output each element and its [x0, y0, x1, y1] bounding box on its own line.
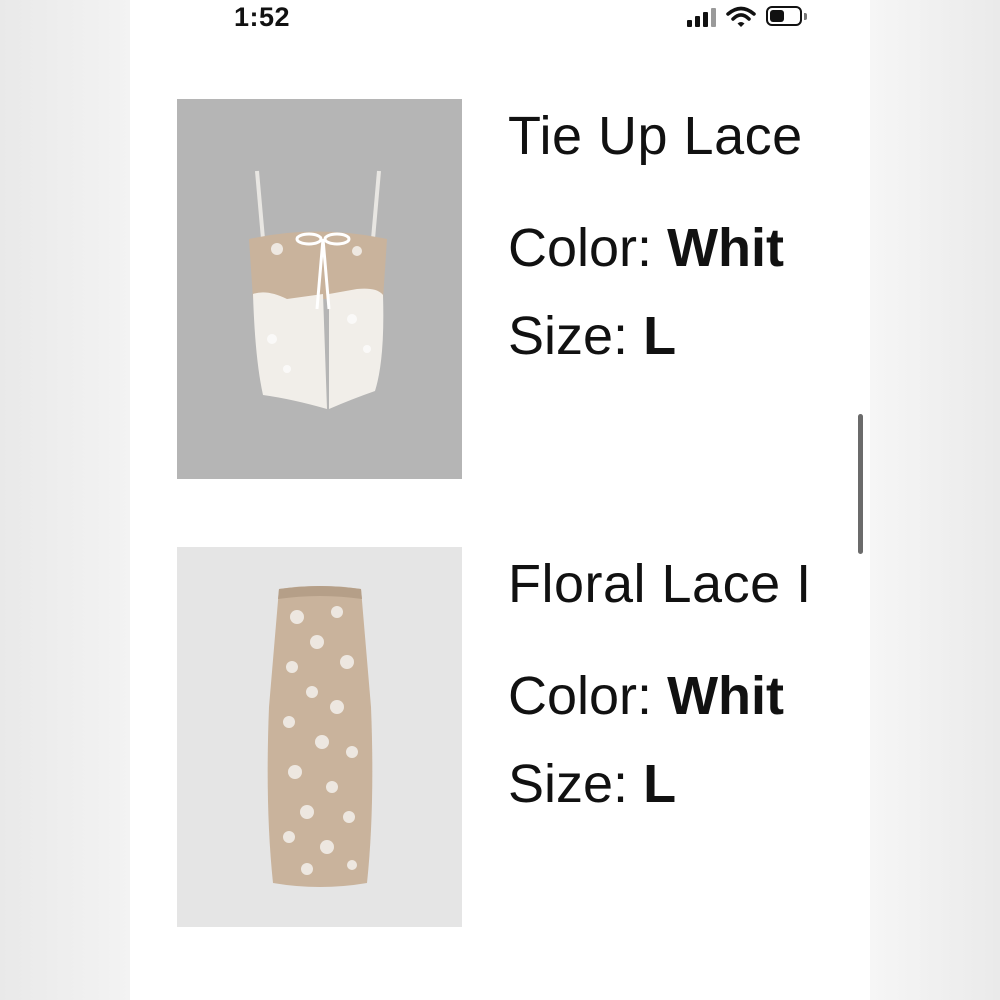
floral-lace-maxi-skirt-image[interactable]: [177, 547, 462, 927]
phone-screen: 1:52 Tie Up Lace Color: Whit Size: L Flo…: [130, 0, 870, 1000]
size-value: L: [643, 306, 677, 366]
scrollbar[interactable]: [858, 414, 863, 554]
backdrop-left: [0, 0, 130, 1000]
size-label: Size:: [508, 754, 629, 814]
size-value: L: [643, 754, 677, 814]
camisole-illustration: [249, 170, 387, 409]
size-label: Size:: [508, 306, 629, 366]
wifi-icon: [726, 6, 756, 27]
size-row: Size: L: [508, 305, 676, 367]
color-row: Color: Whit: [508, 665, 784, 727]
status-bar: 1:52: [130, 0, 870, 40]
color-row: Color: Whit: [508, 217, 784, 279]
battery-icon: [766, 6, 808, 28]
lace-camisole-top-image[interactable]: [177, 99, 462, 479]
status-icons: [687, 6, 808, 28]
product-title[interactable]: Floral Lace I: [508, 553, 812, 615]
color-value: Whit: [667, 666, 785, 726]
signal-icon: [687, 7, 716, 27]
status-time: 1:52: [234, 2, 291, 32]
color-value: Whit: [667, 218, 785, 278]
size-row: Size: L: [508, 753, 676, 815]
backdrop-right: [870, 0, 1000, 1000]
skirt-illustration: [267, 586, 373, 887]
color-label: Color:: [508, 218, 653, 278]
color-label: Color:: [508, 666, 653, 726]
product-title[interactable]: Tie Up Lace: [508, 105, 803, 167]
